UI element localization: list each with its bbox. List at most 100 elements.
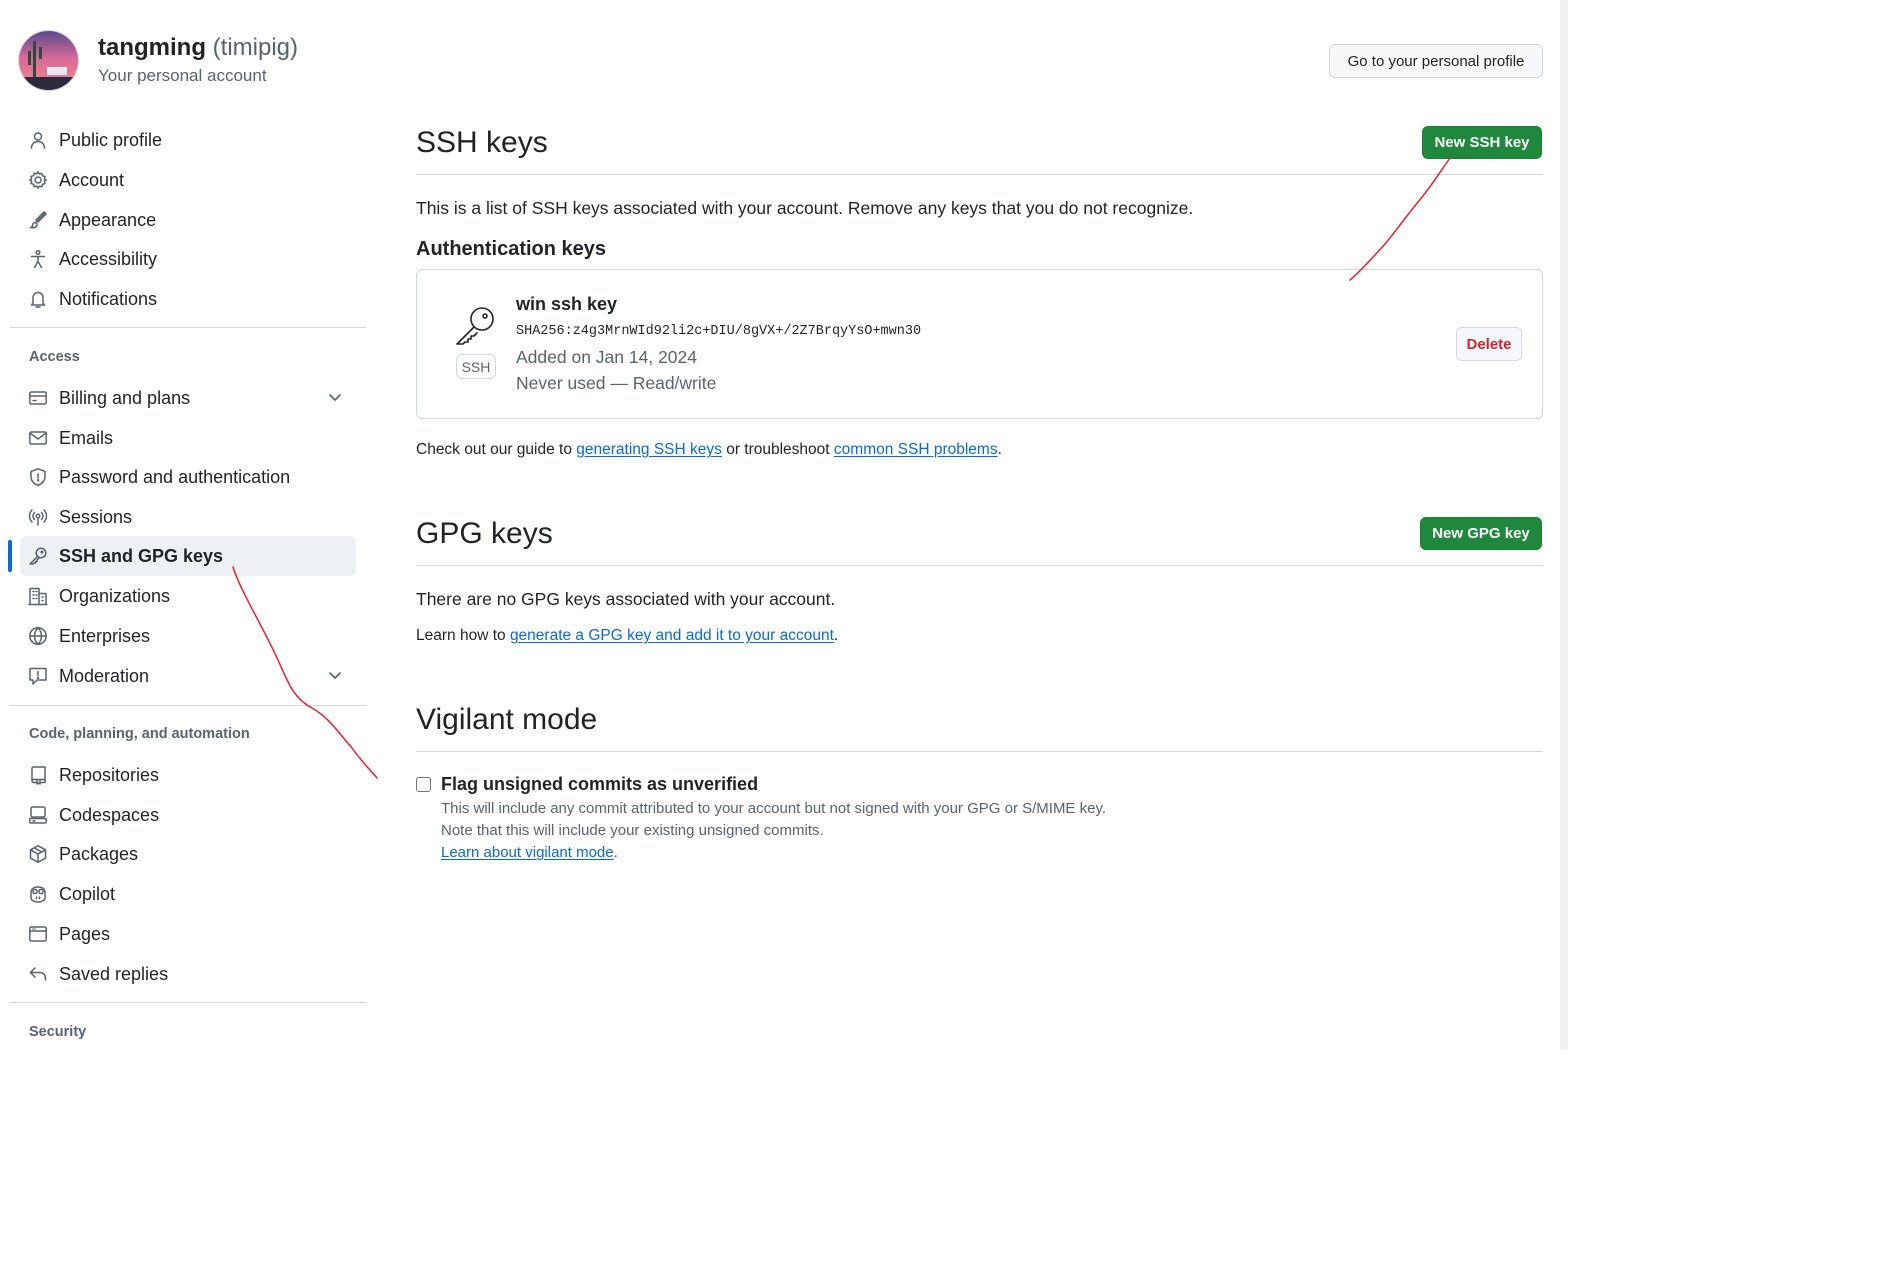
ssh-keys-title: SSH keys <box>416 126 548 159</box>
sidebar-item-label: Account <box>59 169 125 190</box>
gpg-empty-message: There are no GPG keys associated with yo… <box>416 589 836 609</box>
sidebar-item-billing[interactable]: Billing and plans <box>20 378 356 418</box>
sidebar-item-packages[interactable]: Packages <box>20 834 356 874</box>
gpg-learn-prefix: Learn how to <box>416 627 510 644</box>
gpg-learn-text: Learn how to generate a GPG key and add … <box>416 627 838 645</box>
active-indicator <box>8 540 12 572</box>
credit-card-icon <box>28 388 48 408</box>
authentication-keys-heading: Authentication keys <box>416 238 607 260</box>
sidebar-item-label: Saved replies <box>59 963 169 984</box>
sidebar-item-saved-replies[interactable]: Saved replies <box>20 954 356 994</box>
key-icon <box>454 304 498 348</box>
chevron-down-icon[interactable] <box>326 388 344 406</box>
vigilant-learn-text: Learn about vigilant mode. <box>441 844 618 861</box>
sidebar-heading-security: Security <box>29 1024 87 1040</box>
sidebar-item-label: Appearance <box>59 209 157 230</box>
ssh-key-card <box>416 269 1543 419</box>
package-icon <box>28 844 48 864</box>
sidebar-item-emails[interactable]: Emails <box>20 418 356 458</box>
sidebar-item-label: Moderation <box>59 665 150 686</box>
sidebar-item-account[interactable]: Account <box>20 160 356 200</box>
sidebar-item-label: Codespaces <box>59 804 160 825</box>
codespaces-icon <box>28 805 48 825</box>
sidebar-item-label: Billing and plans <box>59 387 191 408</box>
sidebar-item-label: Packages <box>59 843 139 864</box>
key-icon <box>28 546 48 566</box>
sidebar-divider <box>10 327 366 328</box>
sidebar-item-label: Notifications <box>59 288 158 309</box>
ssh-guide-prefix: Check out our guide to <box>416 441 577 458</box>
sidebar-item-organizations[interactable]: Organizations <box>20 576 356 616</box>
annotation-stroke-button <box>1349 157 1451 281</box>
common-ssh-problems-link[interactable]: common SSH problems <box>834 441 998 458</box>
section-divider <box>416 751 1543 752</box>
copilot-icon <box>28 884 48 904</box>
sidebar-item-label: Public profile <box>59 129 163 150</box>
sidebar-item-notifications[interactable]: Notifications <box>20 279 356 319</box>
sidebar-item-codespaces[interactable]: Codespaces <box>20 795 356 835</box>
sidebar-item-moderation[interactable]: Moderation <box>20 656 356 696</box>
ssh-key-added-date: Added on Jan 14, 2024 <box>516 347 697 367</box>
sidebar-item-pages[interactable]: Pages <box>20 914 356 954</box>
globe-icon <box>28 626 48 646</box>
ssh-guide-middle: or troubleshoot <box>721 441 834 458</box>
sidebar-item-copilot[interactable]: Copilot <box>20 874 356 914</box>
paintbrush-icon <box>28 210 48 230</box>
gear-icon <box>28 170 48 190</box>
broadcast-icon <box>28 507 48 527</box>
gpg-keys-title: GPG keys <box>416 517 553 550</box>
section-divider <box>416 565 1543 566</box>
sidebar-item-appearance[interactable]: Appearance <box>20 200 356 240</box>
sidebar-item-label: Organizations <box>59 585 171 606</box>
sidebar-item-ssh-gpg-keys[interactable]: SSH and GPG keys <box>20 536 356 576</box>
sidebar-item-label: Password and authentication <box>59 466 291 487</box>
ssh-key-fingerprint: SHA256:z4g3MrnWId92li2c+DIU/8gVX+/2Z7Brq… <box>516 324 922 339</box>
organization-icon <box>28 586 48 606</box>
reply-icon <box>28 964 48 984</box>
sidebar-heading-code: Code, planning, and automation <box>29 726 250 742</box>
new-ssh-key-button[interactable]: New SSH key <box>1422 126 1542 159</box>
generate-gpg-key-link[interactable]: generate a GPG key and add it to your ac… <box>510 627 834 644</box>
sidebar-item-label: Pages <box>59 923 111 944</box>
sidebar-item-enterprises[interactable]: Enterprises <box>20 616 356 656</box>
bell-icon <box>28 289 48 309</box>
account-display-name: tangming <box>98 34 206 61</box>
sidebar-item-label: SSH and GPG keys <box>59 545 224 566</box>
sidebar-item-label: Copilot <box>59 883 116 904</box>
new-gpg-key-button[interactable]: New GPG key <box>1420 517 1542 550</box>
ssh-description: This is a list of SSH keys associated wi… <box>416 198 1194 218</box>
report-icon <box>28 666 48 686</box>
sidebar-item-repositories[interactable]: Repositories <box>20 755 356 795</box>
sidebar-item-label: Enterprises <box>59 625 151 646</box>
generating-ssh-keys-link[interactable]: generating SSH keys <box>576 441 722 458</box>
learn-vigilant-mode-link[interactable]: Learn about vigilant mode <box>441 844 614 861</box>
avatar[interactable] <box>18 30 79 91</box>
personal-profile-button[interactable]: Go to your personal profile <box>1329 44 1543 78</box>
accessibility-icon <box>28 249 48 269</box>
flag-unsigned-commits-label[interactable]: Flag unsigned commits as unverified <box>441 774 758 795</box>
ssh-guide-suffix: . <box>997 441 1002 458</box>
vigilant-note-2: Note that this will include your existin… <box>441 822 824 839</box>
account-name: tangming (timipig) <box>98 34 298 62</box>
delete-ssh-key-button[interactable]: Delete <box>1456 327 1522 361</box>
sidebar-item-public-profile[interactable]: Public profile <box>20 120 356 160</box>
sidebar-item-password-auth[interactable]: Password and authentication <box>20 457 356 497</box>
browser-icon <box>28 924 48 944</box>
sidebar-item-accessibility[interactable]: Accessibility <box>20 239 356 279</box>
person-icon <box>28 130 48 150</box>
account-subtitle: Your personal account <box>98 66 267 85</box>
chevron-down-icon[interactable] <box>326 666 344 684</box>
vigilant-link-suffix: . <box>613 844 618 861</box>
sidebar-item-sessions[interactable]: Sessions <box>20 497 356 537</box>
section-divider <box>416 174 1543 175</box>
vigilant-mode-title: Vigilant mode <box>416 703 598 736</box>
ssh-badge: SSH <box>456 354 496 379</box>
scrollbar[interactable] <box>1560 0 1568 1050</box>
sidebar-divider <box>10 705 366 706</box>
sidebar-item-label: Emails <box>59 427 114 448</box>
shield-icon <box>28 467 48 487</box>
mail-icon <box>28 428 48 448</box>
ssh-key-usage: Never used — Read/write <box>516 373 717 393</box>
flag-unsigned-commits-checkbox[interactable] <box>416 777 431 792</box>
account-login: (timipig) <box>212 34 299 61</box>
